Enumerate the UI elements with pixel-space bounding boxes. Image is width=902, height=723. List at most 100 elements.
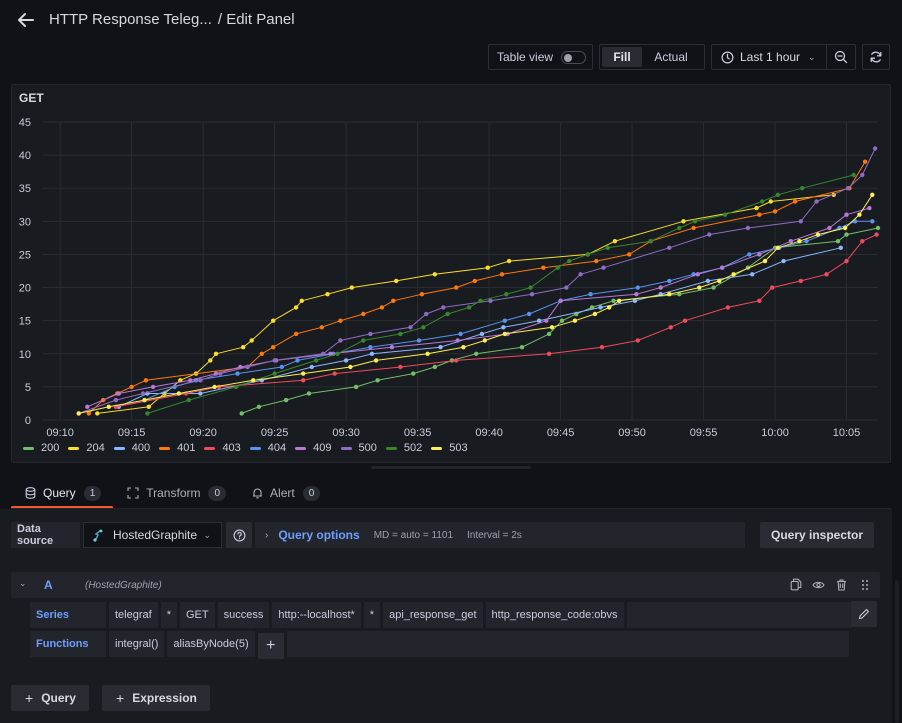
editor-tabs: Query 1 Transform 0 Alert 0 (11, 478, 332, 509)
legend-item-403[interactable]: 403 (204, 442, 241, 454)
actual-button[interactable]: Actual (642, 47, 700, 67)
delete-query-button[interactable] (834, 577, 849, 592)
tab-transform-label: Transform (146, 486, 201, 500)
query-options-toggle[interactable]: › Query options MD = auto = 1101 Interva… (255, 522, 745, 548)
function-chip[interactable]: aliasByNode(5) (167, 631, 255, 657)
toggle-query-visibility-button[interactable] (811, 577, 826, 592)
fill-button[interactable]: Fill (602, 47, 642, 67)
data-point-204 (349, 285, 354, 290)
table-view-switch[interactable] (561, 50, 587, 64)
add-expression-button[interactable]: + Expression (102, 685, 210, 711)
data-point-409 (455, 338, 460, 343)
x-tick-label: 09:25 (261, 427, 289, 439)
page-scrollbar-thumb[interactable] (895, 580, 899, 723)
refresh-button[interactable] (862, 44, 890, 70)
tab-transform[interactable]: Transform 0 (113, 478, 238, 508)
data-point-404 (870, 219, 875, 224)
data-point-503 (762, 258, 768, 264)
data-point-403 (874, 232, 879, 237)
series-segment[interactable]: * (363, 602, 381, 628)
dashboard-title[interactable]: HTTP Response Teleg... (49, 11, 212, 28)
back-button[interactable] (14, 9, 38, 31)
data-point-503 (142, 397, 147, 403)
series-line-502 (147, 174, 854, 414)
tab-alert[interactable]: Alert 0 (238, 478, 332, 508)
data-point-400 (479, 331, 485, 337)
data-point-404 (235, 371, 240, 376)
legend-item-204[interactable]: 204 (68, 442, 105, 454)
add-function-button[interactable]: + (257, 633, 284, 659)
legend-item-409[interactable]: 409 (295, 442, 332, 454)
series-segment[interactable]: api_response_get (383, 602, 483, 628)
data-point-403 (454, 358, 459, 363)
data-point-503 (731, 272, 736, 277)
data-point-502 (567, 258, 572, 264)
data-source-help-button[interactable] (226, 522, 252, 548)
legend-swatch (295, 446, 307, 450)
data-point-401 (541, 265, 546, 270)
legend-item-200[interactable]: 200 (23, 442, 59, 454)
table-view-toggle-box: Table view (488, 44, 593, 70)
data-point-401 (757, 212, 762, 217)
time-series-chart[interactable]: 0 5 10 15 20 25 30 35 40 45 09:10 09:15 09:20 09:25 09… (12, 85, 892, 464)
refresh-icon (870, 51, 882, 63)
x-tick-label: 09:40 (475, 427, 503, 439)
function-chip[interactable]: integral() (109, 631, 165, 657)
data-point-204 (299, 298, 304, 303)
data-point-409 (788, 239, 793, 244)
legend-item-401[interactable]: 401 (159, 442, 195, 454)
legend-item-503[interactable]: 503 (431, 442, 468, 454)
legend-swatch (68, 446, 80, 450)
series-segment[interactable]: success (217, 602, 270, 628)
x-tick-label: 09:55 (690, 427, 718, 439)
data-source-picker[interactable]: HostedGraphite ⌄ (83, 522, 222, 548)
series-segments: telegraf * GET success http:--localhost* * api… (106, 602, 624, 628)
series-segment[interactable]: telegraf (109, 602, 158, 628)
legend-label: 404 (267, 442, 287, 454)
drag-dots-icon (861, 579, 868, 590)
legend-item-502[interactable]: 502 (385, 442, 422, 454)
zoom-out-button[interactable] (827, 45, 855, 69)
eye-icon (812, 581, 825, 588)
y-tick-label: 20 (19, 283, 31, 295)
data-point-500 (578, 272, 583, 277)
query-inspector-button[interactable]: Query inspector (760, 522, 874, 548)
data-point-503 (502, 331, 507, 337)
collapse-query-icon[interactable]: ⌄ (19, 578, 27, 589)
legend-item-400[interactable]: 400 (113, 442, 150, 454)
tab-query[interactable]: Query 1 (11, 478, 114, 509)
series-line-400 (118, 247, 841, 408)
data-point-409 (544, 318, 549, 323)
data-point-400 (309, 364, 314, 370)
data-point-503 (482, 338, 487, 343)
series-segment[interactable]: http:--localhost* (272, 602, 361, 628)
panel-resize-handle[interactable] (371, 466, 531, 469)
legend-swatch (249, 446, 261, 450)
legend-item-500[interactable]: 500 (340, 442, 377, 454)
data-point-401 (338, 318, 343, 323)
data-point-200 (283, 397, 289, 403)
series-segment[interactable]: GET (179, 602, 215, 628)
series-segment[interactable]: * (160, 602, 177, 628)
add-query-button[interactable]: + Query (11, 685, 89, 711)
series-segment[interactable]: http_response_code:obvs (485, 602, 624, 628)
time-range-picker[interactable]: Last 1 hour ⌄ (712, 45, 828, 69)
data-point-502 (528, 285, 533, 290)
data-point-409 (695, 272, 700, 277)
data-point-404 (635, 285, 640, 290)
query-ref-id[interactable]: A (44, 578, 53, 592)
legend-label: 401 (177, 442, 196, 454)
data-point-200 (353, 384, 359, 390)
drag-handle[interactable] (857, 577, 872, 592)
series-segment-input[interactable] (626, 602, 852, 628)
toggle-text-edit-button[interactable] (851, 601, 877, 627)
duplicate-query-button[interactable] (788, 577, 803, 592)
legend-item-404[interactable]: 404 (249, 442, 287, 454)
data-point-503 (301, 371, 306, 376)
chart-legend: 200 204 400 401 403 404 409 500 502 503 (23, 442, 477, 454)
data-point-502 (677, 225, 682, 231)
data-point-404 (279, 364, 284, 370)
x-tick-label: 09:50 (618, 427, 646, 439)
data-point-404 (667, 278, 672, 284)
legend-label: 200 (41, 442, 60, 454)
